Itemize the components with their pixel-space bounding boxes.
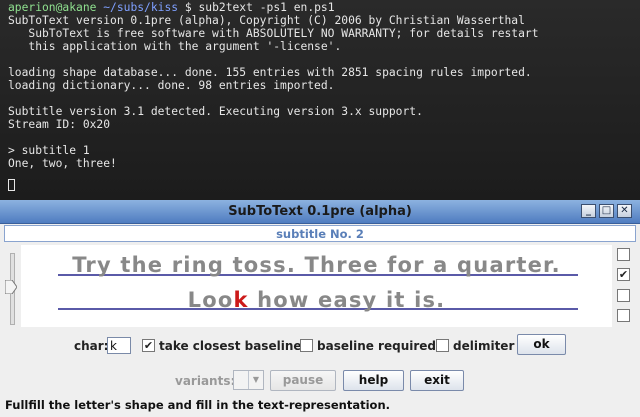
terminal-line: > subtitle 1: [8, 144, 90, 157]
delimiter-checkbox[interactable]: [436, 339, 449, 352]
baseline-required-label: baseline required: [317, 339, 437, 353]
terminal-line: this application with the argument '-lic…: [8, 40, 342, 53]
terminal-prompt-symbol: $: [184, 1, 192, 14]
terminal-line: One, two, three!: [8, 157, 117, 170]
terminal-window[interactable]: aperion@akane ~/subs/kiss $ sub2text -ps…: [0, 0, 640, 200]
pause-button[interactable]: pause: [270, 370, 336, 391]
take-closest-baseline-checkbox[interactable]: ✔: [142, 339, 155, 352]
current-letter: k: [233, 288, 249, 312]
variants-label: variants:: [175, 374, 236, 388]
window-title: SubToText 0.1pre (alpha): [228, 204, 412, 219]
subtotext-window: SubToText 0.1pre (alpha) _ □ ✕ subtitle …: [0, 200, 640, 417]
terminal-line: SubToText is free software with ABSOLUTE…: [8, 27, 539, 40]
terminal-line: Stream ID: 0x20: [8, 118, 111, 131]
help-button[interactable]: help: [343, 370, 404, 391]
right-checkbox-4[interactable]: [617, 309, 630, 322]
delimiter-label: delimiter: [453, 339, 515, 353]
subtitle-line-2-before: Loo: [187, 288, 234, 312]
right-checkbox-2[interactable]: ✔: [617, 268, 630, 281]
baseline-required-checkbox[interactable]: [300, 339, 313, 352]
terminal-user: aperion@akane: [8, 1, 97, 14]
status-message: Fullfill the letter's shape and fill in …: [5, 398, 391, 412]
terminal-path: ~/subs/kiss: [103, 1, 179, 14]
subtitle-line-2: Look how easy it is.: [21, 288, 612, 312]
zoom-slider-thumb[interactable]: [5, 280, 17, 294]
right-checkbox-3[interactable]: [617, 289, 630, 302]
subtitle-line-1: Try the ring toss. Three for a quarter.: [72, 253, 561, 277]
chevron-down-icon: ▼: [248, 371, 263, 389]
char-label: char:: [74, 339, 109, 353]
subtitle-line-2-after: how easy it is.: [248, 288, 446, 312]
maximize-button[interactable]: □: [599, 204, 614, 218]
close-button[interactable]: ✕: [617, 204, 632, 218]
terminal-command: sub2text -ps1 en.ps1: [198, 1, 335, 14]
variants-dropdown[interactable]: ▼: [233, 370, 264, 390]
char-input[interactable]: [107, 337, 131, 354]
terminal-line: Subtitle version 3.1 detected. Executing…: [8, 105, 423, 118]
terminal-line: loading dictionary... done. 98 entries i…: [8, 79, 335, 92]
take-closest-baseline-label: take closest baseline: [159, 339, 302, 353]
exit-button[interactable]: exit: [410, 370, 464, 391]
terminal-cursor: [8, 179, 15, 191]
subtitle-number: subtitle No. 2: [276, 227, 364, 241]
terminal-line: SubToText version 0.1pre (alpha), Copyri…: [8, 14, 525, 27]
ok-button[interactable]: ok: [517, 334, 566, 355]
subtitle-image-canvas[interactable]: Try the ring toss. Three for a quarter. …: [21, 245, 612, 327]
terminal-line: loading shape database... done. 155 entr…: [8, 66, 532, 79]
window-titlebar[interactable]: SubToText 0.1pre (alpha) _ □ ✕: [0, 200, 640, 224]
terminal-prompt-line: aperion@akane ~/subs/kiss $ sub2text -ps…: [8, 1, 335, 14]
right-checkbox-1[interactable]: [617, 248, 630, 261]
subtitle-number-bar: subtitle No. 2: [4, 225, 636, 242]
minimize-button[interactable]: _: [581, 204, 596, 218]
